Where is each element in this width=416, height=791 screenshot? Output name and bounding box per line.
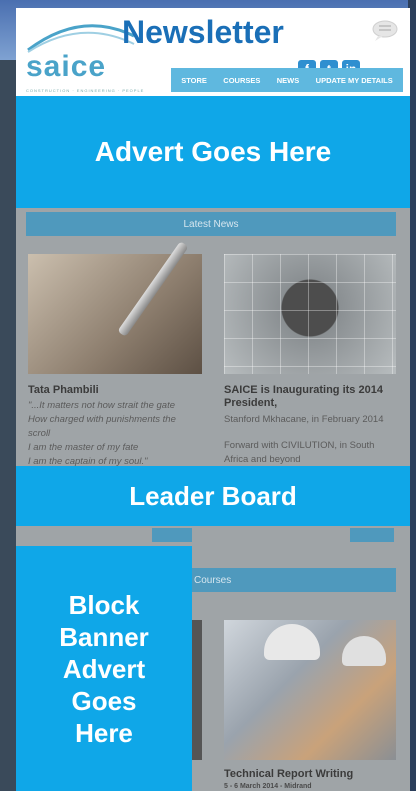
news-image-president[interactable]	[224, 254, 396, 374]
logo-tagline: CONSTRUCTION · ENGINEERING · PEOPLE	[26, 88, 145, 93]
nav-item-store[interactable]: STORE	[181, 76, 207, 85]
newsletter-title: Newsletter	[122, 14, 284, 50]
saice-logo-arc-icon	[27, 24, 135, 53]
news-item-2-line: Forward with CIVILUTION, in South	[224, 440, 375, 451]
course-image-partial	[192, 620, 202, 760]
read-more-button[interactable]	[152, 528, 192, 542]
main-nav: STORE COURSES NEWS UPDATE MY DETAILS	[171, 68, 403, 92]
courses-header: Courses	[192, 568, 396, 592]
news-item-1-line: I am the master of my fate	[28, 442, 139, 453]
course-date: 5 - 6 March 2014 - Midrand	[224, 783, 312, 790]
read-more-button[interactable]	[350, 528, 394, 542]
block-banner-label: Block Banner Advert Goes Here	[59, 589, 149, 748]
hard-hat-graphic	[264, 624, 320, 660]
news-item-1-line: How charged with punishments the	[28, 414, 176, 425]
news-image-pen[interactable]	[28, 241, 202, 374]
saice-logo[interactable]: saice	[26, 50, 106, 84]
course-title[interactable]: Technical Report Writing	[224, 768, 353, 780]
news-item-1-line: scroll	[28, 428, 51, 439]
block-banner-advert[interactable]: Block Banner Advert Goes Here	[16, 546, 192, 791]
course-image-engineers[interactable]	[224, 620, 396, 760]
hard-hat-graphic	[342, 636, 386, 666]
news-item-1-title[interactable]: Tata Phambili	[28, 384, 99, 396]
nav-item-courses[interactable]: COURSES	[223, 76, 260, 85]
news-item-1-line: "...It matters not how strait the gate	[28, 400, 175, 411]
leader-board-advert[interactable]: Leader Board	[16, 466, 410, 526]
news-item-2-line: Stanford Mkhacane, in February 2014	[224, 414, 384, 425]
news-item-2-line: Africa and beyond	[224, 454, 301, 465]
pen-graphic	[117, 241, 189, 337]
chat-bubble-icon	[372, 20, 398, 41]
news-item-2-title[interactable]: SAICE is Inaugurating its 2014 President…	[224, 384, 404, 410]
nav-item-update-details[interactable]: UPDATE MY DETAILS	[316, 76, 393, 85]
grid-overlay	[224, 254, 396, 374]
newsletter-page: saice CONSTRUCTION · ENGINEERING · PEOPL…	[16, 8, 410, 791]
latest-news-header: Latest News	[26, 212, 396, 236]
nav-item-news[interactable]: NEWS	[277, 76, 300, 85]
header: saice CONSTRUCTION · ENGINEERING · PEOPL…	[16, 8, 410, 96]
top-advert-banner[interactable]: Advert Goes Here	[16, 96, 410, 208]
